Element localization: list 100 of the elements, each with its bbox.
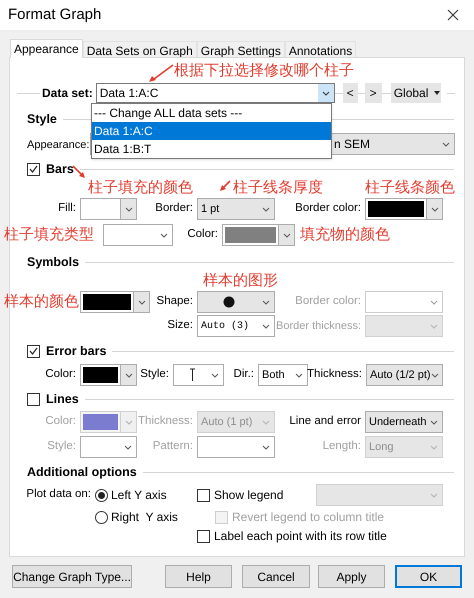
color-dropdown[interactable] (80, 364, 137, 386)
caret-icon (124, 420, 132, 424)
dropdown[interactable]: Data 1:A:C (96, 83, 335, 103)
field-label: Border: (155, 201, 193, 216)
field-label: Plot data on: (26, 487, 91, 502)
field-label: Data set: (42, 85, 93, 102)
section-heading: Style (27, 110, 57, 128)
field-label: Border color: (295, 294, 361, 310)
window-title: Format Graph (8, 4, 102, 25)
caret-icon (262, 206, 270, 212)
caret-icon (442, 142, 450, 146)
tab[interactable]: Data Sets on Graph (82, 41, 197, 58)
dropdown[interactable] (197, 291, 275, 313)
annotation-text: 柱子填充的颜色 (88, 179, 193, 196)
radio-button[interactable] (95, 488, 108, 502)
error-bar-icon (189, 368, 196, 382)
caret-icon (434, 91, 440, 95)
caret-icon (262, 444, 270, 450)
field-label: Fill: (58, 201, 76, 216)
checkbox-label[interactable]: Lines (46, 390, 79, 408)
annotation-text: 填充物的颜色 (300, 226, 390, 243)
list-item[interactable]: Data 1:B:T (92, 140, 331, 158)
field-label: Shape: (156, 294, 193, 310)
radio-button[interactable] (95, 510, 108, 524)
caret-icon (262, 324, 270, 328)
caret-icon (430, 324, 438, 328)
field-label: Border thickness: (276, 318, 361, 334)
field-label: Border color: (295, 201, 361, 216)
field-label: Thickness: (138, 414, 193, 430)
tab[interactable]: Appearance (10, 39, 83, 58)
circle-icon (223, 296, 235, 308)
checkbox[interactable] (197, 530, 210, 542)
field-label: Style: (140, 367, 169, 382)
annotation-text: 根据下拉选择修改哪个柱子 (174, 62, 354, 79)
field-label: Color: (187, 227, 218, 242)
dropdown[interactable]: Global (390, 83, 441, 103)
dialog-button[interactable]: Apply (318, 565, 385, 588)
field-label: Length: (322, 439, 361, 454)
caret-icon (430, 300, 438, 304)
field-label: Size: (167, 318, 193, 334)
dialog-button[interactable]: Change Graph Type... (12, 565, 132, 588)
list-item[interactable]: --- Change ALL data sets --- (92, 104, 331, 122)
dropdown[interactable]: Auto (1/2 pt) (366, 364, 443, 386)
field-label: Dir.: (234, 367, 254, 382)
caret-icon (262, 300, 270, 304)
section-heading: Symbols (27, 254, 80, 271)
caret-icon (138, 300, 146, 304)
field-label: Color: (45, 414, 76, 430)
checkbox[interactable] (197, 488, 210, 502)
field-label: Thickness: (307, 367, 362, 382)
field-label: Appearance: (27, 138, 90, 151)
radio-label[interactable]: Right Y axis (111, 508, 178, 526)
caret-icon (430, 420, 438, 424)
checkbox-label: Revert legend to column title (232, 509, 384, 526)
next-button[interactable]: > (364, 83, 382, 103)
color-dropdown[interactable] (80, 411, 137, 433)
tab[interactable]: Annotations (284, 41, 356, 58)
caret-icon (282, 232, 290, 238)
radio-label[interactable]: Left Y axis (111, 486, 167, 504)
annotation-text: 样本的图形 (203, 272, 278, 289)
field-label: Color: (45, 367, 76, 382)
caret-icon (295, 372, 303, 378)
caret-icon (430, 206, 438, 212)
annotation-text: 柱子线条厚度 (233, 179, 323, 196)
annotation-text: 柱子填充类型 (4, 226, 94, 243)
dropdown[interactable]: Underneath (365, 411, 443, 433)
caret-icon (430, 444, 438, 450)
annotation-text: 样本的颜色 (4, 293, 79, 310)
caret-icon (124, 372, 132, 378)
caret-icon (430, 492, 438, 498)
checkbox-label[interactable]: Bars (46, 160, 74, 178)
checkbox-label[interactable]: Show legend (214, 486, 284, 504)
checkbox[interactable] (27, 344, 40, 358)
caret-icon (124, 444, 132, 450)
previous-button[interactable]: < (342, 83, 358, 103)
close-icon[interactable] (447, 9, 459, 21)
color-dropdown[interactable] (365, 198, 443, 220)
field-label: Style: (47, 439, 76, 454)
checkbox-label[interactable]: Error bars (46, 342, 106, 360)
caret-icon (322, 90, 330, 96)
caret-icon (124, 206, 132, 212)
field-label: Line and error (289, 414, 361, 430)
caret-icon (160, 232, 168, 238)
color-dropdown[interactable] (80, 291, 150, 313)
color-dropdown[interactable] (80, 198, 137, 220)
caret-icon (262, 420, 270, 424)
list-item[interactable]: Data 1:A:C (92, 122, 331, 140)
tab[interactable]: Graph Settings (196, 41, 285, 58)
dropdown[interactable]: Both (258, 364, 308, 386)
dropdown[interactable]: 1 pt (197, 198, 275, 220)
dialog-button[interactable]: Help (165, 565, 232, 588)
color-dropdown[interactable] (222, 224, 295, 246)
dropdown[interactable]: Auto (3) (197, 315, 275, 337)
caret-icon (211, 372, 219, 378)
checkbox[interactable] (27, 392, 40, 406)
dialog-button[interactable]: Cancel (242, 565, 310, 588)
checkbox[interactable] (27, 162, 40, 176)
section-heading: Additional options (27, 464, 137, 481)
dialog-button[interactable]: OK (395, 565, 462, 588)
checkbox-label[interactable]: Label each point with its row title (214, 527, 387, 545)
